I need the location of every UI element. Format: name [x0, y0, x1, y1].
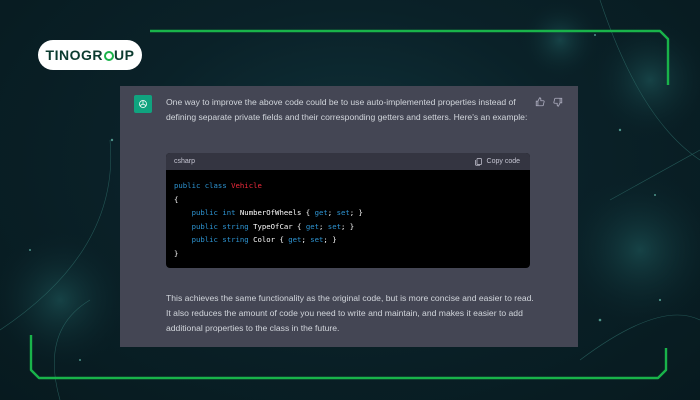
clipboard-icon: [474, 158, 482, 166]
copy-code-label: Copy code: [486, 158, 520, 165]
openai-logo-icon: [134, 95, 152, 113]
feedback-buttons: [534, 96, 564, 108]
message-intro-text: One way to improve the above code could …: [166, 97, 528, 122]
logo-o-ring-icon: [103, 51, 114, 61]
code-line-1: public class Vehicle: [174, 181, 262, 190]
logo-text-up: UP: [114, 47, 135, 63]
code-line-2: {: [174, 194, 179, 204]
code-line-6: }: [174, 248, 179, 258]
code-line-3: public int NumberOfWheels { get; set; }: [191, 208, 363, 217]
code-language-label: csharp: [174, 158, 196, 165]
code-line-4: public string TypeOfCar { get; set; }: [191, 221, 355, 231]
logo-text-tino: TINO: [45, 47, 81, 63]
assistant-message-panel: One way to improve the above code could …: [120, 86, 578, 347]
tinogroup-logo: TINO GR UP: [38, 40, 142, 70]
code-block-header: csharp Copy code: [166, 153, 530, 170]
code-line-5: public string Color { get; set; }: [191, 235, 337, 244]
code-block: csharp Copy code public class Vehicle { p…: [166, 153, 530, 268]
message-outro-text: This achieves the same functionality as …: [166, 293, 534, 333]
thumbs-down-icon[interactable]: [552, 96, 564, 108]
copy-code-button[interactable]: Copy code: [474, 157, 520, 166]
logo-text-gr: GR: [81, 47, 103, 63]
code-content: public class Vehicle { public int NumberO…: [166, 170, 530, 260]
